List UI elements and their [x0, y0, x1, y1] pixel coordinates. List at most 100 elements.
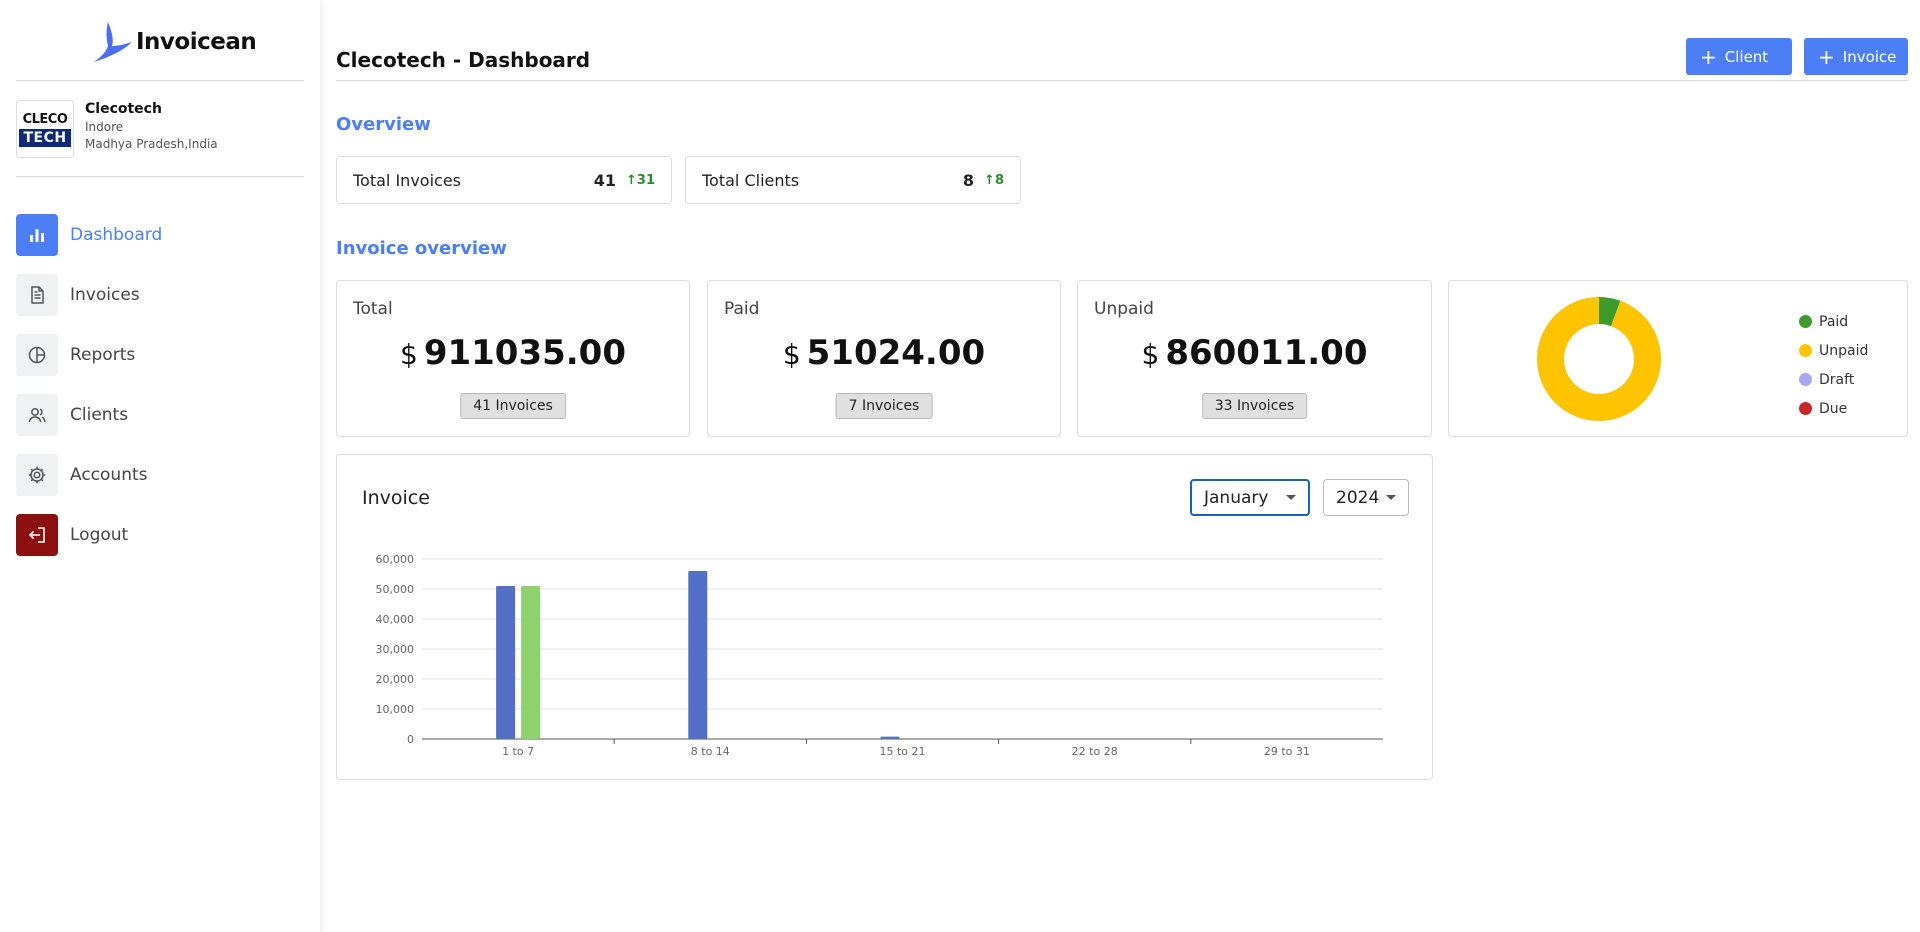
card-label: Paid: [724, 299, 760, 319]
legend-label: Paid: [1819, 313, 1849, 330]
legend-label: Due: [1819, 400, 1848, 417]
y-tick-label: 10,000: [376, 703, 415, 716]
stat-change: ↑31: [626, 173, 655, 188]
sidebar-item-clients[interactable]: Clients: [16, 393, 162, 437]
sidebar-item-label: Dashboard: [70, 225, 163, 245]
sidebar-item-label: Accounts: [70, 465, 148, 485]
legend-dot: [1799, 402, 1812, 415]
currency-symbol: $: [399, 338, 418, 371]
stat-label: Total Clients: [702, 170, 800, 190]
sidebar-item-label: Clients: [70, 405, 129, 425]
sidebar-item-dashboard[interactable]: Dashboard: [16, 213, 162, 257]
bar-chart-icon: [16, 214, 58, 256]
card-label: Total: [353, 299, 393, 319]
company-logo-line2: TECH: [19, 128, 71, 147]
sidebar-item-accounts[interactable]: Accounts: [16, 453, 162, 497]
stat-value: 8: [962, 170, 975, 190]
sidebar: Invoicean CLECO TECH Clecotech Indore Ma…: [0, 0, 320, 932]
header-divider: [336, 80, 1908, 81]
chevron-down-icon: [1286, 495, 1296, 500]
pie-slice-unpaid[interactable]: [1537, 297, 1661, 421]
month-select[interactable]: January: [1190, 479, 1310, 516]
year-select[interactable]: 2024: [1323, 479, 1409, 516]
total-amount-card: Total $911035.00 41 Invoices: [336, 280, 690, 437]
invoice-count-badge: 33 Invoices: [1201, 393, 1308, 419]
add-invoice-button[interactable]: + Invoice: [1804, 38, 1908, 75]
legend-dot: [1799, 344, 1812, 357]
gear-icon: [16, 454, 58, 496]
paid-amount-card: Paid $51024.00 7 Invoices: [707, 280, 1061, 437]
legend-item-paid[interactable]: Paid: [1799, 307, 1868, 336]
brand-name: Invoicean: [136, 29, 257, 55]
arrow-up-icon: ↑: [984, 172, 995, 188]
bar[interactable]: [688, 571, 708, 739]
y-tick-label: 50,000: [376, 583, 415, 596]
card-label: Unpaid: [1094, 299, 1154, 319]
total-invoices-stat: Total Invoices 41 ↑31: [336, 156, 672, 204]
divider: [16, 80, 304, 81]
add-invoice-label: Invoice: [1842, 47, 1897, 66]
company-city: Indore: [85, 120, 124, 134]
status-donut-chart: [1537, 297, 1661, 421]
month-select-value: January: [1204, 487, 1269, 508]
x-tick-label: 15 to 21: [879, 745, 925, 758]
stat-value: 41: [593, 170, 616, 190]
card-amount: $860011.00: [1078, 333, 1431, 373]
company-name: Clecotech: [85, 101, 162, 117]
bar[interactable]: [496, 586, 516, 739]
bar[interactable]: [880, 736, 900, 739]
stat-label: Total Invoices: [353, 170, 461, 190]
amount-value: 860011.00: [1165, 333, 1368, 373]
currency-symbol: $: [782, 338, 801, 371]
invoice-count-badge: 7 Invoices: [835, 393, 933, 419]
y-tick-label: 20,000: [376, 673, 415, 686]
pie-chart-icon: [16, 334, 58, 376]
card-amount: $911035.00: [337, 333, 689, 373]
currency-symbol: $: [1141, 338, 1160, 371]
stat-change: ↑8: [984, 173, 1004, 188]
x-tick-label: 8 to 14: [691, 745, 730, 758]
users-icon: [16, 394, 58, 436]
x-tick-label: 29 to 31: [1264, 745, 1310, 758]
bar[interactable]: [521, 586, 541, 739]
sidebar-item-invoices[interactable]: Invoices: [16, 273, 162, 317]
overview-title: Overview: [336, 114, 431, 135]
legend-item-due[interactable]: Due: [1799, 394, 1868, 423]
invoice-count-badge: 41 Invoices: [460, 393, 566, 419]
sidebar-item-label: Invoices: [70, 285, 140, 305]
total-clients-stat: Total Clients 8 ↑8: [685, 156, 1021, 204]
legend-label: Unpaid: [1819, 342, 1869, 359]
amount-value: 911035.00: [423, 333, 626, 373]
add-client-label: Client: [1724, 47, 1769, 66]
company-logo: CLECO TECH: [16, 100, 74, 158]
stat-change-value: 8: [994, 172, 1004, 188]
plus-icon: +: [1818, 44, 1835, 69]
legend-item-draft[interactable]: Draft: [1799, 365, 1868, 394]
sidebar-item-reports[interactable]: Reports: [16, 333, 162, 377]
document-icon: [16, 274, 58, 316]
company-info: Clecotech Indore Madhya Pradesh,India: [85, 100, 218, 158]
brand-logo[interactable]: Invoicean: [88, 18, 257, 66]
status-pie-card: Paid Unpaid Draft Due: [1448, 280, 1908, 437]
legend-item-unpaid[interactable]: Unpaid: [1799, 336, 1868, 365]
chart-title: Invoice: [362, 487, 430, 509]
arrow-up-icon: ↑: [626, 172, 637, 188]
company-region: Madhya Pradesh,India: [85, 137, 218, 151]
unpaid-amount-card: Unpaid $860011.00 33 Invoices: [1077, 280, 1432, 437]
divider: [16, 176, 304, 177]
invoice-chart-card: 0 10,000 20,000 30,000 40,000 50,000 60,000 1 t…: [336, 454, 1433, 780]
page-title: Clecotech - Dashboard: [336, 48, 591, 72]
sidebar-item-logout[interactable]: Logout: [16, 513, 162, 557]
invoice-overview-title: Invoice overview: [336, 238, 507, 259]
add-client-button[interactable]: + Client: [1686, 38, 1792, 75]
y-tick-label: 30,000: [376, 643, 415, 656]
sidebar-item-label: Reports: [70, 345, 136, 365]
x-tick-label: 22 to 28: [1072, 745, 1118, 758]
amount-value: 51024.00: [806, 333, 986, 373]
chevron-down-icon: [1386, 495, 1396, 500]
year-select-value: 2024: [1336, 487, 1380, 508]
x-tick-label: 1 to 7: [502, 745, 534, 758]
stat-change-value: 31: [636, 172, 655, 188]
y-tick-label: 40,000: [376, 613, 415, 626]
card-amount: $51024.00: [708, 333, 1060, 373]
